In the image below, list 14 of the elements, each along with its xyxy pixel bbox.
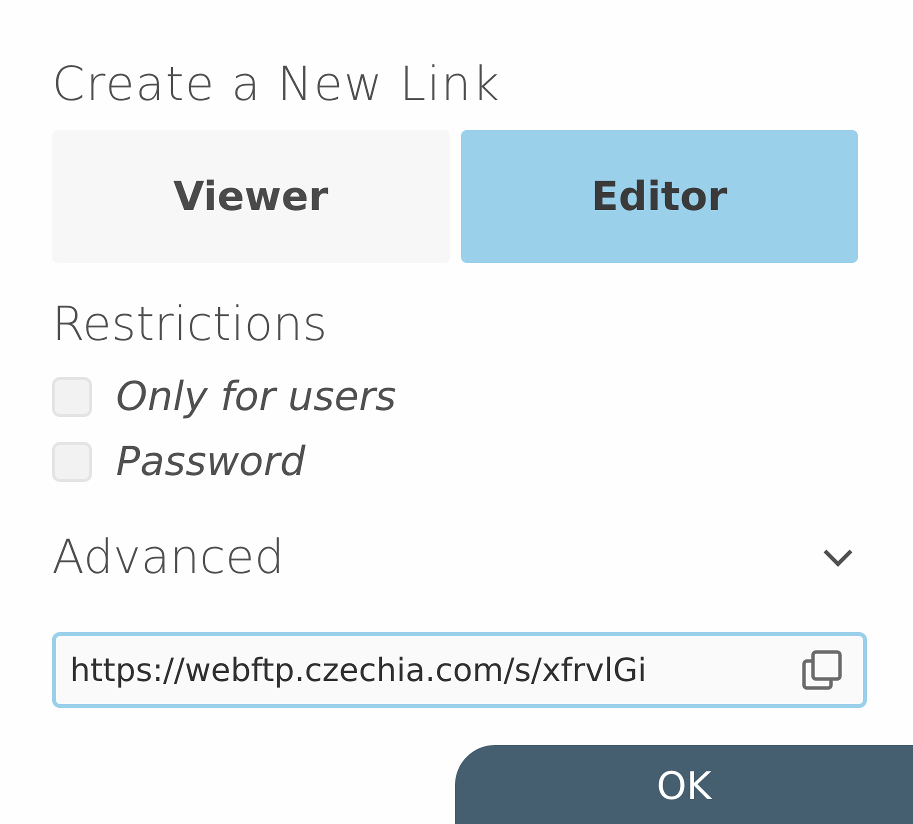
checkbox[interactable] [52,442,92,482]
dialog-title: Create a New Link [52,56,501,114]
checkbox-label: Password [116,442,306,482]
role-tab[interactable]: Editor [460,130,858,263]
link-field[interactable]: https://webftp.czechia.com/s/xfrvlGi [52,632,867,708]
chevron-icon[interactable] [822,548,854,568]
link-url: https://webftp.czechia.com/s/xfrvlGi [70,650,648,691]
section-heading: Advanced [52,529,284,587]
checkbox[interactable] [52,377,92,417]
copy-icon[interactable] [801,649,843,691]
checkbox-label: Only for users [116,377,396,417]
role-tab[interactable]: Viewer [52,130,450,263]
section-heading: Restrictions [52,296,328,354]
ok-button[interactable]: OK [455,745,913,824]
